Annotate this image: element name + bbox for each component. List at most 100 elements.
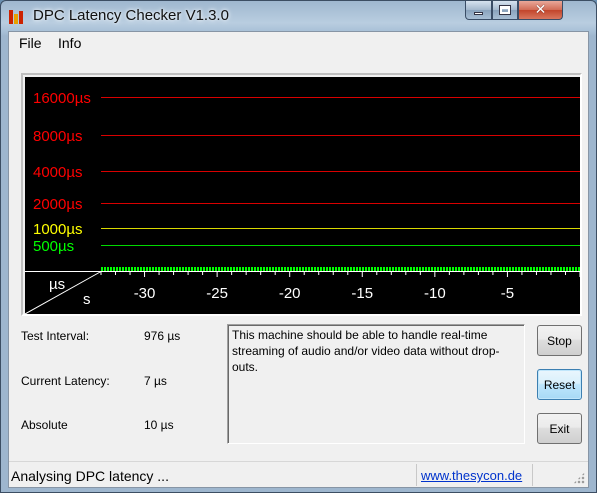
latency-bar [212,267,214,271]
latency-bar [161,267,163,271]
status-bar: Analysing DPC latency ... www.thesycon.d… [9,461,588,487]
latency-bar [362,267,364,271]
latency-bar [542,267,544,271]
latency-bar [269,267,271,271]
latency-bar [500,267,502,271]
latency-bar [311,267,313,271]
latency-bar [527,267,529,271]
latency-bar [488,267,490,271]
latency-bar [383,267,385,271]
latency-bar [533,267,535,271]
latency-bar [110,267,112,271]
x-unit-label: s [83,291,91,308]
latency-bar [221,267,223,271]
exit-button[interactable]: Exit [537,413,582,444]
latency-bar [329,267,331,271]
latency-bar [572,267,574,271]
latency-bar [410,267,412,271]
latency-bar [146,267,148,271]
latency-bar [296,267,298,271]
test-interval-value: 976 µs [144,329,181,343]
latency-bar [266,267,268,271]
latency-bar [524,267,526,271]
latency-bar [164,267,166,271]
latency-bar [314,267,316,271]
latency-bar [176,267,178,271]
client-area: File Info 16000µs 8000µs 4000µs 2000µs 1000µ… [8,31,589,488]
latency-bar [185,267,187,271]
resize-grip-icon[interactable] [573,472,585,484]
latency-bar [122,267,124,271]
latency-bar [491,267,493,271]
latency-bar [299,267,301,271]
minimize-button[interactable] [465,1,492,20]
latency-bar [278,267,280,271]
latency-bar [431,267,433,271]
latency-bar [482,267,484,271]
latency-bar [401,267,403,271]
website-link[interactable]: www.thesycon.de [421,468,522,483]
latency-bar [512,267,514,271]
latency-bar [239,267,241,271]
latency-bar [260,267,262,271]
y-tick-label: 16000µs [33,90,91,107]
latency-bar [440,267,442,271]
current-latency-label: Current Latency: [21,374,110,388]
latency-bar [302,267,304,271]
maximize-icon [499,5,511,15]
latency-bar [521,267,523,271]
latency-bar [497,267,499,271]
latency-bar [191,267,193,271]
window-title: DPC Latency Checker V1.3.0 [33,7,229,24]
latency-bar [389,267,391,271]
y-tick-label: 8000µs [33,128,83,145]
absolute-label: Absolute [21,418,68,432]
latency-bar [539,267,541,271]
latency-bar [197,267,199,271]
maximize-button[interactable] [492,1,518,20]
latency-bar [377,267,379,271]
latency-bar [452,267,454,271]
latency-bar [470,267,472,271]
latency-bar [152,267,154,271]
title-bar[interactable]: DPC Latency Checker V1.3.0 ✕ [1,1,596,31]
latency-bar [224,267,226,271]
latency-bar [425,267,427,271]
latency-bar [335,267,337,271]
latency-bar [413,267,415,271]
status-text: Analysing DPC latency ... [11,468,169,484]
latency-bar [344,267,346,271]
reset-button[interactable]: Reset [537,369,582,400]
latency-bar [188,267,190,271]
latency-bar [245,267,247,271]
latency-bar [374,267,376,271]
y-tick-label: 4000µs [33,164,83,181]
menu-file[interactable]: File [19,35,42,51]
latency-bar [560,267,562,271]
latency-bar [518,267,520,271]
message-box: This machine should be able to handle re… [227,324,525,444]
latency-bar [320,267,322,271]
latency-bar [305,267,307,271]
status-separator [416,464,417,486]
y-tick-label: 2000µs [33,196,83,213]
latency-bar [359,267,361,271]
latency-bar [464,267,466,271]
latency-bar [137,267,139,271]
latency-bar [545,267,547,271]
close-button[interactable]: ✕ [518,1,563,20]
latency-bar [116,267,118,271]
close-icon: ✕ [534,2,547,18]
latency-bar [293,267,295,271]
latency-bar [158,267,160,271]
latency-bar [506,267,508,271]
latency-bar [515,267,517,271]
stop-button[interactable]: Stop [537,325,582,356]
latency-bar [419,267,421,271]
latency-bar [446,267,448,271]
menu-info[interactable]: Info [58,35,81,51]
latency-bar [428,267,430,271]
latency-bar [449,267,451,271]
latency-bar [173,267,175,271]
latency-bar [551,267,553,271]
